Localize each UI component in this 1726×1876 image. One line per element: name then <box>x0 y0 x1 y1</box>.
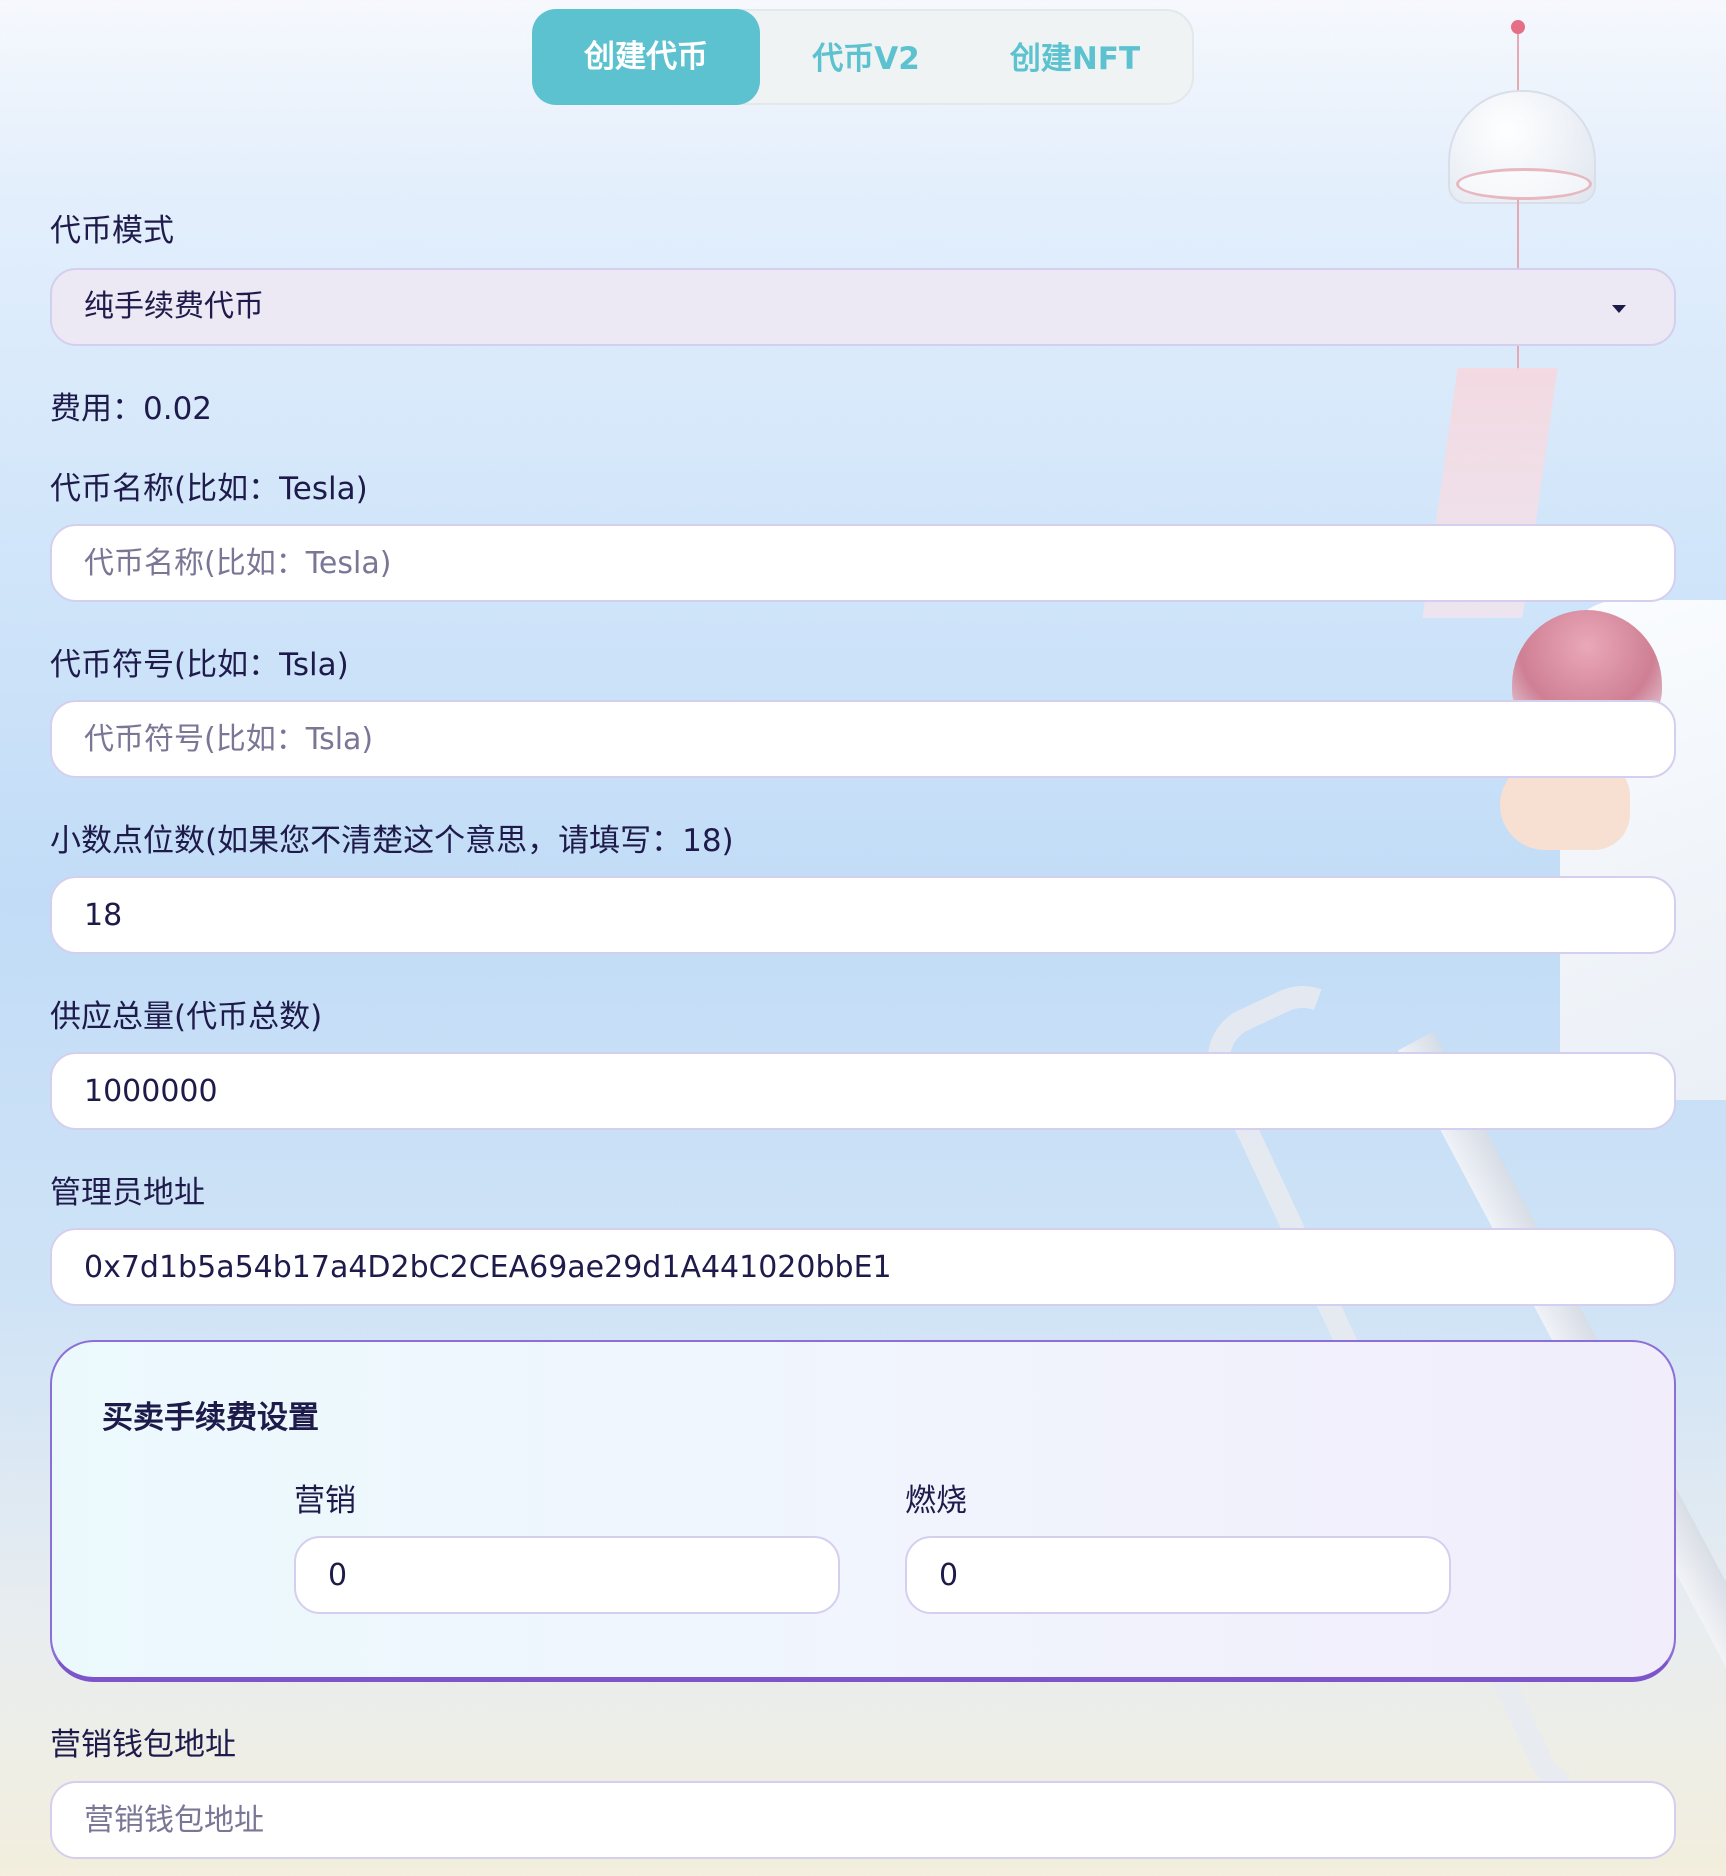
tab-bar: 创建代币 代币V2 创建NFT <box>532 9 1194 105</box>
marketing-wallet-input[interactable] <box>50 1781 1676 1859</box>
tab-token-v2[interactable]: 代币V2 <box>766 11 966 107</box>
decorative-illustration <box>1560 600 1726 1100</box>
marketing-fee-label: 营销 <box>294 1483 356 1519</box>
total-supply-label: 供应总量(代币总数) <box>50 999 323 1035</box>
admin-address-input[interactable] <box>50 1228 1676 1306</box>
tab-create-token[interactable]: 创建代币 <box>532 9 760 105</box>
total-supply-input[interactable] <box>50 1052 1676 1130</box>
token-name-label: 代币名称(比如：Tesla) <box>50 471 368 507</box>
tab-create-nft[interactable]: 创建NFT <box>970 11 1180 107</box>
chevron-down-icon <box>1612 305 1626 313</box>
token-mode-select[interactable]: 纯手续费代币 <box>50 268 1676 346</box>
burn-fee-label: 燃烧 <box>905 1483 967 1519</box>
admin-address-label: 管理员地址 <box>50 1175 205 1211</box>
token-symbol-input[interactable] <box>50 700 1676 778</box>
token-name-input[interactable] <box>50 524 1676 602</box>
decorative-illustration <box>1517 20 1519 95</box>
decorative-illustration <box>1456 168 1592 200</box>
decimals-input[interactable] <box>50 876 1676 954</box>
trade-fee-settings-title: 买卖手续费设置 <box>102 1400 319 1436</box>
trade-fee-settings-panel: 买卖手续费设置 营销 燃烧 <box>50 1340 1676 1682</box>
fee-text: 费用：0.02 <box>50 391 213 427</box>
token-symbol-label: 代币符号(比如：Tsla) <box>50 647 349 683</box>
wind-chime-illustration <box>1448 90 1596 204</box>
token-mode-selected-value: 纯手续费代币 <box>84 289 264 324</box>
burn-fee-input[interactable] <box>905 1536 1451 1614</box>
marketing-wallet-label: 营销钱包地址 <box>50 1727 236 1763</box>
marketing-fee-input[interactable] <box>294 1536 840 1614</box>
token-mode-label: 代币模式 <box>50 213 174 249</box>
decimals-label: 小数点位数(如果您不清楚这个意思，请填写：18) <box>50 823 734 859</box>
decorative-illustration <box>1511 20 1525 34</box>
